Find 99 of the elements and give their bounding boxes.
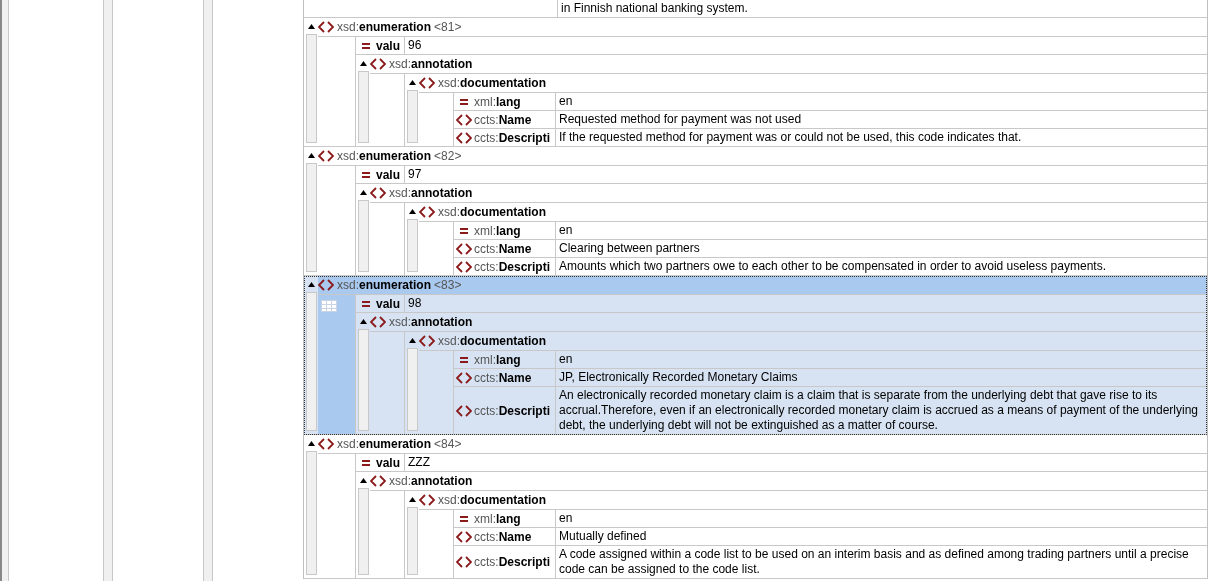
- element-row[interactable]: xsd:documentation: [419, 491, 1207, 510]
- triangle-up-icon: [408, 496, 416, 502]
- element-row[interactable]: xsd:enumeration <83>: [318, 276, 1207, 295]
- element-icon: [456, 556, 472, 568]
- cell-value: 96: [407, 37, 423, 54]
- cell-value: If the requested method for payment was or could not be used, this code indicates that.: [558, 129, 1023, 146]
- element-icon: [419, 206, 435, 218]
- node-index: <83>: [434, 278, 462, 292]
- collapse-bar: [406, 507, 418, 575]
- node-name: xsd:annotation: [389, 315, 473, 329]
- node-index: <81>: [434, 20, 462, 34]
- element-row[interactable]: xsd:annotation: [370, 55, 1207, 74]
- element-row[interactable]: xsd:documentation: [419, 74, 1207, 93]
- node-index: <82>: [434, 149, 462, 163]
- collapse-bar: [357, 200, 369, 272]
- triangle-up-icon: [408, 337, 416, 343]
- node-name: ccts:Descripti: [474, 555, 551, 569]
- triangle-up-icon: [307, 281, 315, 287]
- cell-value: JP, Electronically Recorded Monetary Claims: [558, 369, 799, 386]
- element-icon: [456, 242, 472, 255]
- node-name: ccts:Name: [474, 370, 532, 385]
- element-icon: [370, 187, 386, 199]
- element-row[interactable]: xsd:annotation: [370, 472, 1207, 491]
- node-name: ccts:Descripti: [474, 259, 551, 274]
- element-icon: [318, 21, 334, 33]
- element-row[interactable]: xsd:documentation: [419, 332, 1207, 351]
- cell-value: An electronically recorded monetary claim is a claim that is separate from the underlying debt that gave rise to its accrual.Therefore, even if an electronically recorded monetary claim is accrued as a means of payment of the underlying debt, the underlying debt will not be extinguished as a matter of course.: [558, 387, 1199, 434]
- node-name: ccts:Descripti: [474, 130, 551, 145]
- node-name: valu: [376, 455, 400, 470]
- cell-value: en: [558, 351, 574, 368]
- element-row[interactable]: xsd:enumeration <82>: [318, 147, 1207, 166]
- triangle-up-icon: [307, 152, 315, 158]
- triangle-up-icon: [359, 477, 367, 483]
- element-icon: [318, 438, 334, 450]
- element-icon: [318, 279, 334, 291]
- triangle-up-icon: [408, 208, 416, 214]
- element-icon: [456, 131, 472, 144]
- element-icon: [419, 494, 435, 506]
- node-name: ccts:Descripti: [474, 403, 551, 418]
- cell-value: en: [558, 510, 574, 527]
- table-icon: [321, 300, 337, 312]
- collapse-bar: [357, 71, 369, 143]
- element-icon: [456, 260, 472, 273]
- node-name: ccts:Name: [474, 241, 532, 256]
- cell-value: 97: [407, 166, 423, 183]
- element-row[interactable]: xsd:annotation: [370, 313, 1207, 332]
- node-name: xsd:documentation: [438, 205, 546, 219]
- node-name: xsd:annotation: [389, 57, 473, 71]
- cell-value: in Finnish national banking system.: [560, 0, 749, 17]
- element-icon: [318, 150, 334, 162]
- cell-value: A code assigned within a code list to be used on an interim basis and as defined among trading partners until a precise code can be assigned to the code list.: [558, 546, 1190, 578]
- node-name: xml:lang: [474, 223, 521, 238]
- element-icon: [456, 404, 472, 417]
- cell-value: Mutually defined: [558, 528, 648, 545]
- node-name: xsd:annotation: [389, 186, 473, 200]
- cell-value: Requested method for payment was not used: [558, 111, 803, 128]
- triangle-up-icon: [307, 440, 315, 446]
- node-name: xsd:documentation: [438, 334, 546, 348]
- element-icon: [370, 316, 386, 328]
- element-row[interactable]: xsd:annotation: [370, 184, 1207, 203]
- node-name: xml:lang: [474, 94, 521, 109]
- element-row[interactable]: xsd:enumeration <81>: [318, 18, 1207, 37]
- node-name: xsd:documentation: [438, 76, 546, 90]
- element-row[interactable]: xsd:documentation: [419, 203, 1207, 222]
- node-name: xml:lang: [474, 352, 521, 367]
- triangle-up-icon: [359, 60, 367, 66]
- cell-value: en: [558, 93, 574, 110]
- element-icon: [456, 371, 472, 384]
- triangle-up-icon: [408, 79, 416, 85]
- element-icon: [370, 58, 386, 70]
- cell-value: Amounts which two partners owe to each other to be compensated in order to avoid useless payments.: [558, 258, 1107, 275]
- cell-value: 98: [407, 295, 423, 312]
- cell-value: Clearing between partners: [558, 240, 701, 257]
- node-name: xsd:enumeration: [337, 149, 432, 163]
- node-name: valu: [376, 296, 400, 311]
- triangle-up-icon: [359, 318, 367, 324]
- node-name: ccts:Name: [474, 529, 532, 544]
- collapse-bar: [406, 219, 418, 272]
- node-name: valu: [376, 38, 400, 53]
- element-icon: [370, 475, 386, 487]
- cell-value: en: [558, 222, 574, 239]
- cell-value: ZZZ: [407, 454, 431, 471]
- triangle-up-icon: [359, 189, 367, 195]
- node-name: xsd:enumeration: [337, 20, 432, 34]
- element-icon: [419, 335, 435, 347]
- node-name: xsd:enumeration: [337, 278, 432, 292]
- node-name: xsd:annotation: [389, 474, 473, 488]
- element-row[interactable]: xsd:enumeration <84>: [318, 435, 1207, 454]
- node-name: valu: [376, 167, 400, 182]
- triangle-up-icon: [307, 23, 315, 29]
- collapse-bar: [406, 90, 418, 143]
- element-icon: [419, 77, 435, 89]
- node-name: ccts:Name: [474, 112, 532, 127]
- element-icon: [456, 113, 472, 126]
- node-name: xsd:enumeration: [337, 437, 432, 451]
- element-icon: [456, 530, 472, 543]
- node-name: xsd:documentation: [438, 493, 546, 507]
- node-index: <84>: [434, 437, 462, 451]
- node-name: xml:lang: [474, 511, 521, 526]
